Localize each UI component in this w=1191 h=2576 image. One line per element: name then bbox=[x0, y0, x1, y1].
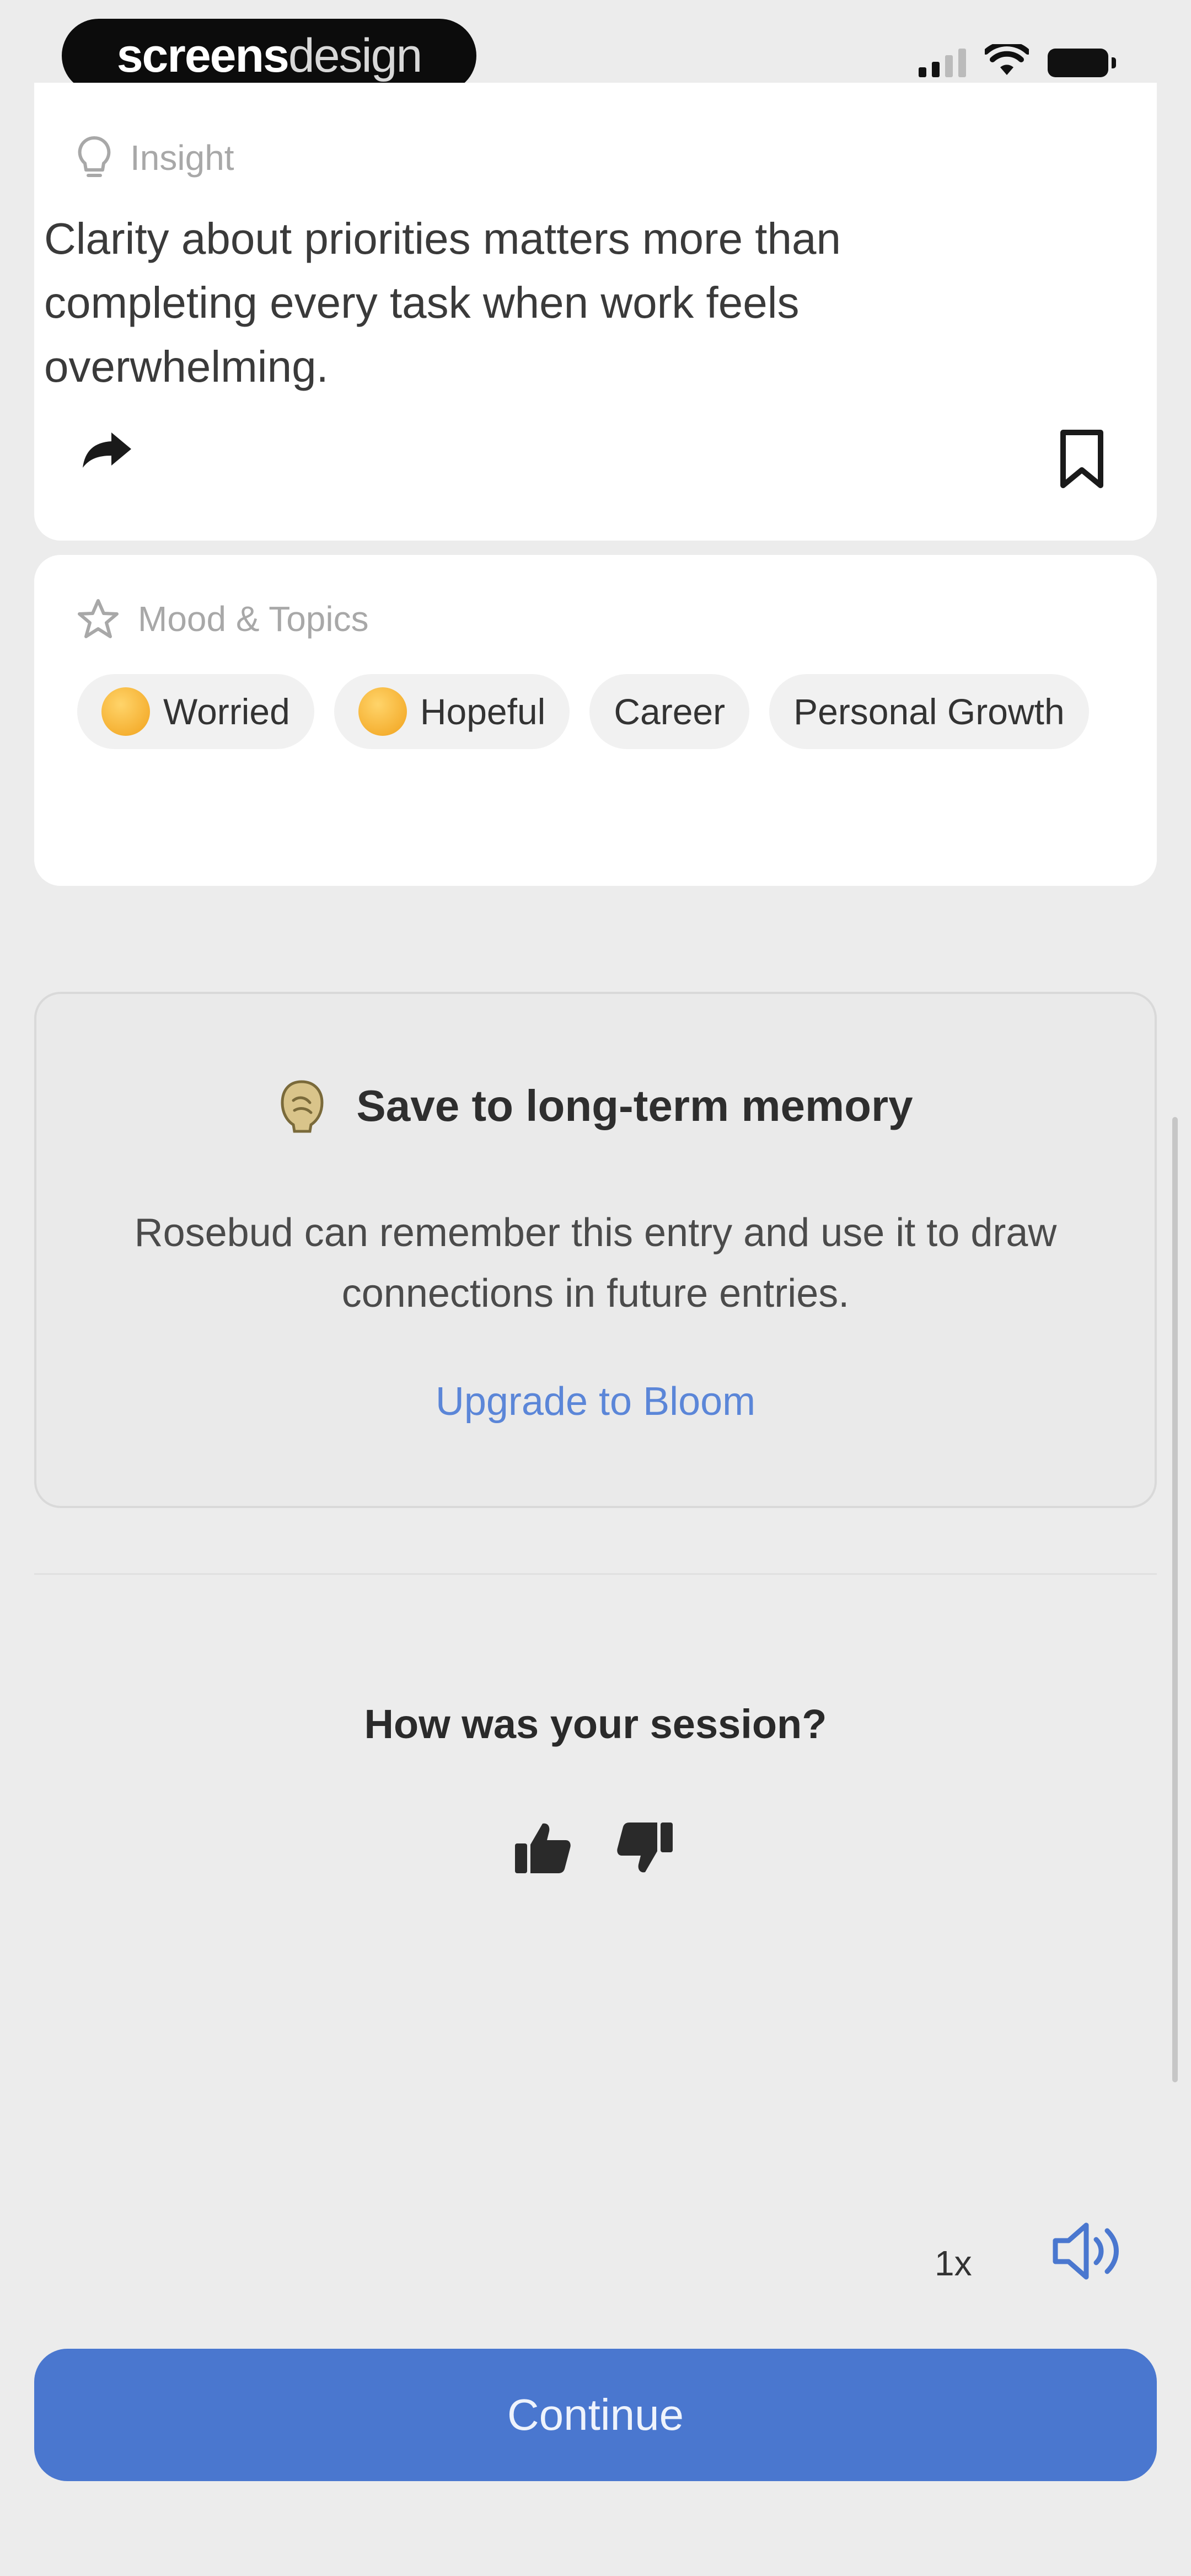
insight-header: Insight bbox=[77, 136, 234, 180]
chip-career[interactable]: Career bbox=[589, 674, 750, 749]
mood-label: Mood & Topics bbox=[138, 599, 369, 639]
thumbs-down-icon[interactable] bbox=[615, 1820, 675, 1875]
audio-button[interactable] bbox=[1052, 2221, 1127, 2284]
scrollbar[interactable] bbox=[1172, 1117, 1178, 2082]
watermark-light: design bbox=[288, 29, 422, 82]
lightbulb-icon bbox=[78, 136, 111, 177]
feedback-buttons bbox=[513, 1820, 675, 1875]
memory-title-text: Save to long-term memory bbox=[356, 1081, 913, 1130]
chip-personal-growth[interactable]: Personal Growth bbox=[769, 674, 1089, 749]
chip-worried[interactable]: Worried bbox=[77, 674, 314, 749]
brain-icon bbox=[281, 1080, 324, 1133]
playback-speed[interactable]: 1x bbox=[935, 2243, 972, 2284]
chip-label: Worried bbox=[163, 691, 290, 732]
hopeful-emoji-icon bbox=[358, 687, 407, 736]
thumbs-up-icon[interactable] bbox=[513, 1820, 572, 1875]
bookmark-icon bbox=[1060, 430, 1103, 488]
speaker-icon bbox=[1053, 2222, 1119, 2280]
signal-icon bbox=[919, 44, 966, 77]
bookmark-button[interactable] bbox=[1053, 429, 1110, 493]
star-icon bbox=[78, 599, 119, 638]
memory-body: Rosebud can remember this entry and use … bbox=[134, 1211, 1057, 1316]
share-icon bbox=[83, 432, 131, 468]
chip-label: Hopeful bbox=[420, 691, 546, 732]
status-icons bbox=[919, 44, 1116, 77]
chip-label: Career bbox=[614, 691, 726, 732]
worried-emoji-icon bbox=[101, 687, 150, 736]
watermark-bold: screens bbox=[116, 29, 289, 82]
wifi-icon bbox=[985, 44, 1029, 75]
insight-text: Clarity about priorities matters more th… bbox=[44, 214, 841, 391]
chip-hopeful[interactable]: Hopeful bbox=[334, 674, 570, 749]
upgrade-link[interactable]: Upgrade to Bloom bbox=[0, 1379, 1191, 1424]
screensdesign-watermark: screens design bbox=[62, 19, 476, 93]
mood-chips: Worried Hopeful Career Personal Growth bbox=[77, 674, 1125, 749]
memory-title: Save to long-term memory bbox=[0, 1078, 1191, 1134]
share-button[interactable] bbox=[82, 430, 132, 472]
insight-label: Insight bbox=[130, 138, 234, 178]
mood-header: Mood & Topics bbox=[77, 598, 369, 639]
chip-label: Personal Growth bbox=[793, 691, 1065, 732]
battery-icon bbox=[1048, 49, 1116, 77]
continue-button[interactable]: Continue bbox=[34, 2349, 1157, 2481]
session-question: How was your session? bbox=[364, 1701, 827, 1747]
divider bbox=[34, 1573, 1157, 1575]
